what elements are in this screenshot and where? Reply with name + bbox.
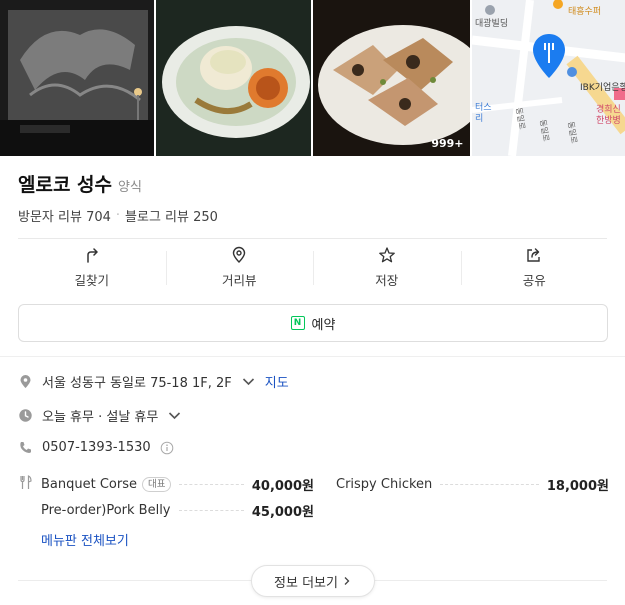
more-info-button[interactable]: 정보 더보기: [251, 565, 375, 597]
clock-icon: [19, 409, 32, 422]
menu-item-name: Crispy Chicken: [336, 477, 433, 492]
pin-outline-icon: [233, 246, 246, 263]
address-text[interactable]: 서울 성동구 동일로 75-18 1F, 2F: [42, 372, 232, 391]
view-full-menu-link[interactable]: 메뉴판 전체보기: [41, 530, 129, 549]
photo-interior[interactable]: [0, 0, 154, 156]
place-name: 엘로코 성수: [18, 174, 113, 196]
photo-gallery: 999+ 태흥수퍼 대광빌딩 IBK기업은행 터스 리 동일로 동일로 동일로 경…: [0, 0, 625, 156]
dish-image: [313, 0, 470, 156]
share-label: 공유: [522, 272, 546, 288]
phone-icon: [20, 442, 31, 453]
photo-count-badge: 999+: [431, 137, 464, 150]
dish-image: [155, 0, 311, 156]
action-bar: 길찾기 거리뷰 저장 공유: [18, 239, 608, 295]
menu-item-price: 40,000원: [251, 479, 314, 494]
menu-item-price: 18,000원: [546, 479, 609, 494]
map-label-shop: 태흥수퍼: [568, 5, 601, 17]
menu-item[interactable]: Banquet Corse 대표 40,000원: [41, 475, 314, 494]
menu-item-name: Pre-order)Pork Belly: [41, 503, 171, 518]
place-category: 양식: [118, 180, 142, 195]
directions-button[interactable]: 길찾기: [18, 239, 166, 295]
map-label-hospital: 경희신 한방병: [596, 103, 621, 126]
directions-label: 길찾기: [74, 272, 109, 288]
interior-mural-image: [0, 0, 154, 156]
map-label-building: 대광빌딩: [475, 17, 508, 29]
street-view-button[interactable]: 거리뷰: [165, 239, 314, 295]
photo-dish-1[interactable]: [155, 0, 311, 156]
street-view-label: 거리뷰: [221, 272, 257, 288]
review-summary: 방문자 리뷰 704 · 블로그 리뷰 250: [18, 206, 218, 225]
chevron-down-icon[interactable]: [241, 374, 256, 389]
map-label-bank: IBK기업은행: [580, 81, 625, 93]
menu-dots: [178, 510, 244, 511]
fork-knife-icon: [20, 475, 32, 489]
naver-booking-icon: N: [290, 316, 305, 330]
menu-item[interactable]: Pre-order)Pork Belly 45,000원: [41, 501, 314, 520]
separator-dot: ·: [115, 208, 121, 223]
reserve-button[interactable]: N 예약: [18, 304, 608, 342]
chevron-down-icon[interactable]: [167, 408, 182, 423]
save-button[interactable]: 저장: [313, 239, 461, 295]
directions-icon: [87, 247, 98, 263]
place-title-row: 엘로코 성수 양식: [18, 170, 142, 197]
blog-reviews-link[interactable]: 블로그 리뷰 250: [125, 206, 218, 225]
map-link[interactable]: 지도: [265, 372, 289, 391]
location-pin-icon: [20, 375, 31, 388]
photo-dish-2[interactable]: 999+: [313, 0, 470, 156]
menu-dots: [440, 484, 539, 485]
phone-row: 0507-1393-1530: [18, 440, 174, 455]
map-image: 태흥수퍼 대광빌딩 IBK기업은행 터스 리 동일로 동일로 동일로 경희신 한방병: [471, 0, 625, 156]
share-icon: [527, 247, 540, 262]
signature-badge: 대표: [142, 477, 172, 492]
menu-item-name: Banquet Corse: [41, 477, 137, 492]
menu-item-price: 45,000원: [251, 505, 314, 520]
hours-row: 오늘 휴무 · 설날 휴무: [18, 406, 182, 425]
chevron-right-icon: [344, 577, 350, 585]
address-row: 서울 성동구 동일로 75-18 1F, 2F 지도: [18, 372, 289, 391]
reserve-label: 예약: [311, 317, 336, 333]
phone-number[interactable]: 0507-1393-1530: [42, 440, 151, 455]
star-icon: [378, 246, 395, 262]
info-icon[interactable]: [160, 441, 174, 455]
map-thumbnail[interactable]: 태흥수퍼 대광빌딩 IBK기업은행 터스 리 동일로 동일로 동일로 경희신 한방병: [471, 0, 625, 156]
save-label: 저장: [375, 272, 399, 288]
visitor-reviews-link[interactable]: 방문자 리뷰 704: [18, 206, 111, 225]
share-button[interactable]: 공유: [460, 239, 609, 295]
menu-dots: [179, 484, 244, 485]
hours-text[interactable]: 오늘 휴무 · 설날 휴무: [42, 406, 158, 425]
menu-item[interactable]: Crispy Chicken 18,000원: [336, 475, 609, 494]
section-divider: [0, 356, 625, 357]
more-info-label: 정보 더보기: [274, 575, 338, 591]
